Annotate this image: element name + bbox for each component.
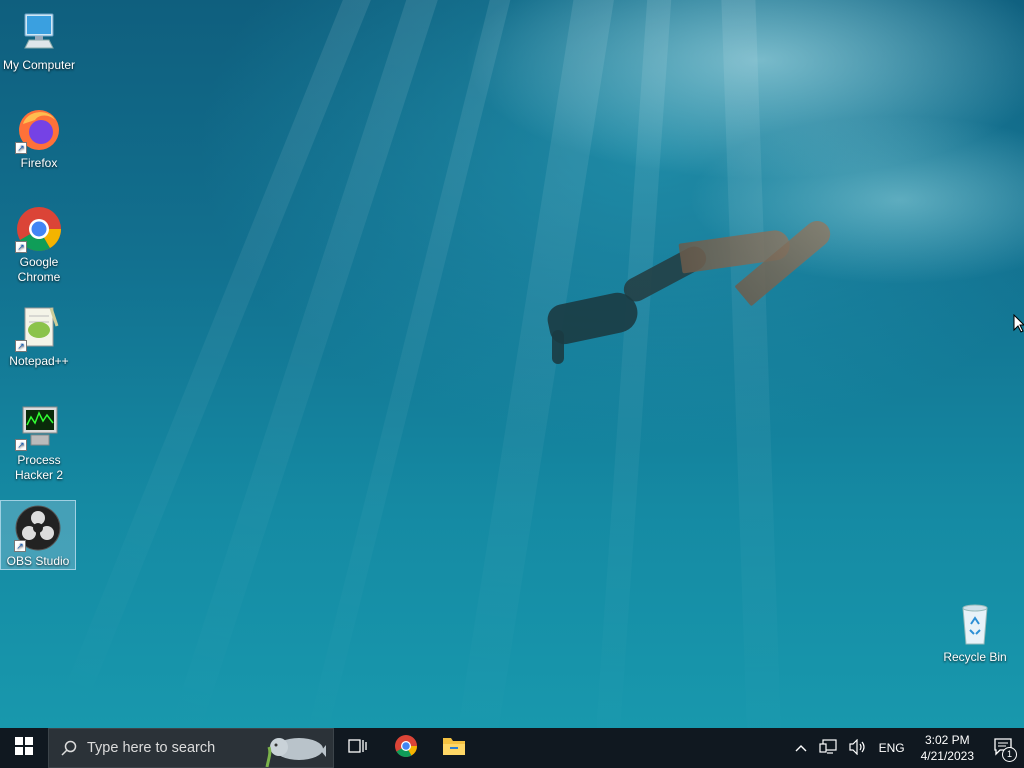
desktop-icon-label: Process Hacker 2 (14, 453, 64, 482)
desktop-icon-label: Recycle Bin (943, 650, 1007, 664)
desktop-icon-my-computer[interactable]: My Computer (1, 8, 77, 73)
desktop-icon-google-chrome[interactable]: ↗ Google Chrome (1, 205, 77, 285)
network-button[interactable] (813, 728, 843, 768)
desktop-icon-label: OBS Studio (6, 554, 70, 568)
taskbar: Type here to search ENG 3:02 PM 4/21/202… (0, 728, 1024, 768)
action-center-button[interactable]: 1 (984, 728, 1024, 768)
desktop-icon-firefox[interactable]: ↗ Firefox (1, 106, 77, 171)
manatee-search-highlight-icon (265, 731, 327, 768)
volume-button[interactable] (843, 728, 873, 768)
notification-count-badge: 1 (1002, 747, 1017, 762)
desktop-icon-notepadpp[interactable]: ↗ Notepad++ (1, 304, 77, 369)
chrome-icon (394, 734, 418, 763)
clock-button[interactable]: 3:02 PM 4/21/2023 (911, 732, 984, 764)
process-hacker-icon: ↗ (15, 403, 63, 451)
clock-time: 3:02 PM (924, 733, 970, 747)
desktop-icon-process-hacker[interactable]: ↗ Process Hacker 2 (1, 403, 77, 483)
search-placeholder: Type here to search (87, 740, 216, 756)
shortcut-arrow-icon: ↗ (15, 142, 27, 154)
notepadpp-icon: ↗ (15, 304, 63, 352)
file-explorer-icon (442, 735, 466, 762)
task-view-button[interactable] (334, 728, 382, 768)
shortcut-arrow-icon: ↗ (14, 540, 26, 552)
obs-icon: ↗ (14, 504, 62, 552)
task-view-icon (348, 737, 368, 760)
taskbar-chrome-button[interactable] (382, 728, 430, 768)
search-box[interactable]: Type here to search (48, 728, 334, 768)
desktop-icon-label: Firefox (20, 156, 58, 170)
desktop-icon-label: Notepad++ (9, 354, 69, 368)
input-language-button[interactable]: ENG (873, 728, 911, 768)
system-tray: ENG 3:02 PM 4/21/2023 1 (789, 728, 1024, 768)
desktop-icon-recycle-bin[interactable]: Recycle Bin (937, 600, 1013, 665)
show-hidden-icons-button[interactable] (789, 728, 813, 768)
clock-date: 4/21/2023 (920, 749, 974, 763)
desktop-icon-label: My Computer (2, 58, 76, 72)
firefox-icon: ↗ (15, 106, 63, 154)
desktop-icon-obs-studio[interactable]: ↗ OBS Studio (0, 500, 76, 570)
computer-icon (15, 8, 63, 56)
shortcut-arrow-icon: ↗ (15, 241, 27, 253)
start-button[interactable] (0, 728, 48, 768)
desktop-wallpaper (0, 0, 1024, 728)
volume-icon (848, 738, 867, 758)
chrome-icon: ↗ (15, 205, 63, 253)
network-icon (818, 738, 837, 758)
windows-start-icon (15, 736, 33, 760)
desktop-icon-label: Google Chrome (17, 255, 61, 284)
shortcut-arrow-icon: ↗ (15, 439, 27, 451)
shortcut-arrow-icon: ↗ (15, 340, 27, 352)
chevron-up-icon (795, 741, 807, 755)
taskbar-file-explorer-button[interactable] (430, 728, 478, 768)
search-icon (61, 740, 77, 756)
recycle-bin-icon (951, 600, 999, 648)
mouse-cursor-icon (1013, 313, 1024, 339)
